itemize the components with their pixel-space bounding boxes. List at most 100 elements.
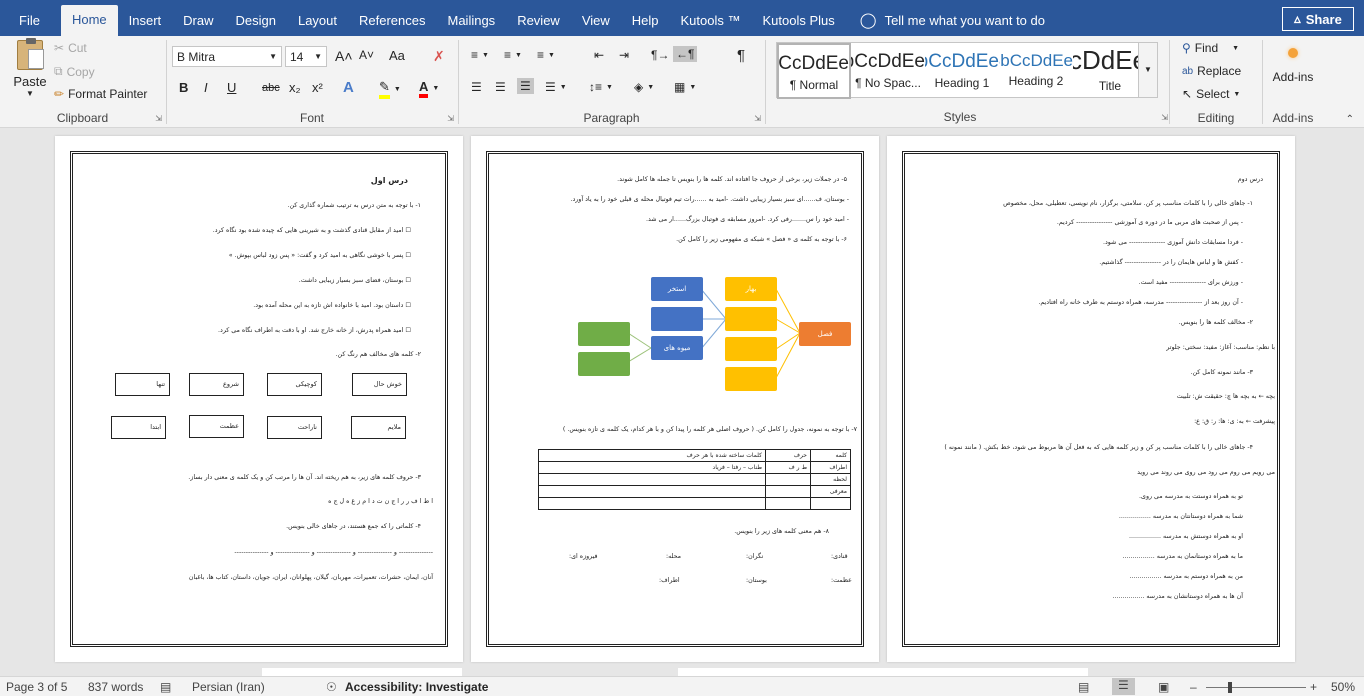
table-cell[interactable]: طناب – رفتا – فریاد (538, 461, 766, 474)
tab-kutools-plus[interactable]: Kutools Plus (752, 6, 846, 36)
line-spacing-button[interactable]: ↕≡ ▼ (589, 80, 613, 94)
paste-button[interactable]: Paste ▼ (10, 38, 50, 98)
page-1[interactable]: درس اول ۱- با توجه به متن درس به ترتیب ش… (55, 136, 463, 662)
page-3[interactable]: درس دوم ۱- جاهای خالی را با کلمات مناسب … (887, 136, 1295, 662)
language-indicator[interactable]: Persian (Iran) (192, 680, 265, 694)
tab-insert[interactable]: Insert (118, 6, 173, 36)
increase-indent-button[interactable]: ⇥ (619, 48, 629, 62)
separator (765, 40, 766, 124)
font-size-select[interactable]: 14 ▼ (285, 46, 327, 67)
tab-review[interactable]: Review (506, 6, 571, 36)
select-button[interactable]: ↖ Select ▼ (1182, 87, 1240, 101)
strikethrough-button[interactable]: abc (262, 82, 280, 94)
italic-button[interactable]: I (204, 80, 208, 95)
tab-file[interactable]: File (8, 6, 51, 36)
align-left-button[interactable]: ☰ (471, 80, 482, 94)
find-button[interactable]: ⚲ Find ▼ (1182, 41, 1239, 55)
word-box: عظمت (189, 415, 244, 438)
zoom-slider[interactable] (1206, 682, 1306, 693)
share-button[interactable]: ▵ Share (1282, 7, 1354, 31)
underline-button[interactable]: U (227, 80, 236, 95)
font-name-select[interactable]: B Mitra ▼ (172, 46, 282, 67)
shading-button[interactable]: ◈ ▼ (634, 80, 654, 94)
style-no-spacing[interactable]: AaBbCcDdEe ¶ No Spac... (851, 43, 925, 99)
tell-me-search[interactable]: ◯ Tell me what you want to do (860, 6, 1045, 36)
table-cell[interactable] (538, 485, 766, 498)
align-center-button[interactable]: ☰ (495, 80, 506, 94)
borders-button[interactable]: ▦ ▼ (674, 80, 696, 94)
print-layout-icon[interactable]: ☰ (1112, 678, 1135, 695)
show-formatting-button[interactable]: ¶ (737, 47, 745, 64)
dialog-launcher-icon[interactable]: ⇲ (447, 114, 454, 123)
page-indicator[interactable]: Page 3 of 5 (6, 680, 67, 694)
clear-formatting-button[interactable]: ✗ (433, 48, 445, 65)
table-cell[interactable] (765, 473, 811, 486)
justify-button[interactable]: ☰ ▼ (545, 80, 567, 94)
word-count[interactable]: 837 words (88, 680, 143, 694)
read-mode-icon[interactable]: ▤ (1078, 680, 1089, 694)
table-cell[interactable] (765, 485, 811, 498)
style-name: Title (1098, 79, 1122, 93)
zoom-level[interactable]: 50% (1331, 680, 1355, 694)
rtl-button[interactable]: ←¶ (673, 46, 698, 62)
ltr-button[interactable]: ¶→ (651, 48, 669, 62)
zoom-out-button[interactable]: – (1190, 680, 1197, 694)
document-area[interactable]: درس اول ۱- با توجه به متن درس به ترتیب ش… (0, 128, 1364, 676)
addins-button[interactable]: Add-ins (1268, 44, 1318, 84)
tab-design[interactable]: Design (225, 6, 287, 36)
style-title[interactable]: AaBbCcDdEe Title (1073, 43, 1147, 99)
text-effects-button[interactable]: A (343, 79, 354, 96)
accessibility-status[interactable]: Accessibility: Investigate (345, 680, 488, 694)
collapse-ribbon-icon[interactable]: ⌃ (1346, 114, 1354, 125)
bold-button[interactable]: B (179, 80, 188, 95)
dialog-launcher-icon[interactable]: ⇲ (155, 114, 162, 123)
tab-mailings[interactable]: Mailings (437, 6, 507, 36)
tab-layout[interactable]: Layout (287, 6, 348, 36)
cut-button[interactable]: ✂ Cut (54, 41, 87, 55)
dialog-launcher-icon[interactable]: ⇲ (1161, 113, 1168, 122)
web-layout-icon[interactable]: ▣ (1158, 680, 1169, 694)
table-cell[interactable] (538, 473, 766, 486)
table-cell[interactable]: اطراف (810, 461, 851, 474)
copy-button[interactable]: ⧉ Copy (54, 64, 95, 79)
style-heading-2[interactable]: AaBbCcDdEe Heading 2 (999, 43, 1073, 99)
tab-help[interactable]: Help (621, 6, 670, 36)
tab-kutools[interactable]: Kutools ™ (670, 6, 752, 36)
highlight-button[interactable]: ✎ ▼ (379, 79, 401, 99)
replace-button[interactable]: ab Replace (1182, 64, 1241, 78)
style-heading-1[interactable]: AaBbCcDdEe Heading 1 (925, 43, 999, 99)
table-cell[interactable] (538, 497, 766, 510)
bullets-button[interactable]: ≡ ▼ (471, 48, 489, 62)
numbered-list-icon: ≡ (504, 48, 512, 62)
zoom-slider-thumb[interactable] (1228, 682, 1232, 693)
format-painter-button[interactable]: ✏ Format Painter (54, 87, 147, 101)
page-2[interactable]: ۵- در جملات زیر، برخی از حروف جا افتاده … (471, 136, 879, 662)
subscript-button[interactable]: x₂ (289, 80, 301, 95)
table-cell[interactable]: ط ر ف (765, 461, 811, 474)
styles-more-button[interactable]: ▼ (1138, 42, 1158, 98)
style-normal[interactable]: AaBbCcDdEe ¶ Normal (777, 43, 851, 99)
search-icon: ⚲ (1182, 41, 1191, 55)
numbering-button[interactable]: ≡ ▼ (504, 48, 522, 62)
table-cell[interactable]: لحظه (810, 473, 851, 486)
decrease-indent-button[interactable]: ⇤ (594, 48, 604, 62)
tab-draw[interactable]: Draw (172, 6, 224, 36)
tab-view[interactable]: View (571, 6, 621, 36)
grow-font-button[interactable]: A˄ (335, 48, 353, 64)
multilevel-list-icon: ≡ (537, 48, 545, 62)
dialog-launcher-icon[interactable]: ⇲ (754, 114, 761, 123)
table-cell[interactable] (765, 497, 811, 510)
tab-references[interactable]: References (348, 6, 436, 36)
zoom-in-button[interactable]: + (1310, 680, 1317, 694)
proofing-icon[interactable]: ▤ (160, 680, 171, 694)
table-cell[interactable] (810, 497, 851, 510)
shrink-font-button[interactable]: A˅ (359, 48, 374, 62)
font-color-button[interactable]: A ▼ (419, 79, 439, 98)
align-right-button[interactable]: ☰ (517, 78, 534, 94)
multilevel-list-button[interactable]: ≡ ▼ (537, 48, 555, 62)
superscript-button[interactable]: x² (312, 80, 323, 95)
ltr-icon: ¶→ (651, 48, 670, 62)
table-cell[interactable]: معرفی (810, 485, 851, 498)
change-case-button[interactable]: Aa (389, 48, 405, 63)
tab-home[interactable]: Home (60, 5, 118, 36)
